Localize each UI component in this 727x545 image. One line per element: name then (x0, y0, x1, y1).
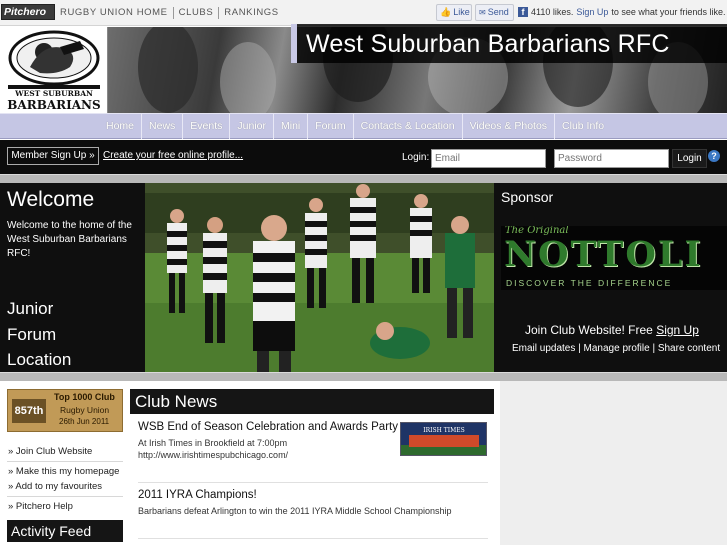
nav-forum[interactable]: Forum (307, 114, 352, 139)
news-headline[interactable]: 2011 IYRA Champions! (138, 489, 257, 501)
sponsor-ad-tagline: DISCOVER THE DIFFERENCE (506, 278, 673, 288)
nav-mini[interactable]: Mini (273, 114, 307, 139)
welcome-title: Welcome (7, 188, 95, 211)
nav-junior[interactable]: Junior (229, 114, 273, 139)
top-1000-badge[interactable]: 857th Top 1000 Club Rugby Union 26th Jun… (7, 389, 123, 432)
news-divider (138, 482, 488, 483)
nav-news[interactable]: News (141, 114, 182, 139)
join-club-website-link[interactable]: » Join Club Website (8, 446, 92, 457)
club-news-title: Club News (130, 389, 494, 414)
nav-events[interactable]: Events (182, 114, 229, 139)
hero-link-location[interactable]: Location (7, 347, 71, 373)
nav-contacts-location[interactable]: Contacts & Location (352, 114, 462, 139)
login-button[interactable]: Login (672, 149, 707, 168)
news-summary: At Irish Times in Brookfield at 7:00pm (138, 438, 288, 448)
badge-date: 26th Jun 2011 (59, 417, 110, 426)
hero-link-forum[interactable]: Forum (7, 322, 71, 348)
divider-strip-lower (0, 372, 727, 381)
join-club-text: Join Club Website! Free Sign Up (525, 323, 699, 337)
pitchero-logo[interactable]: Pitchero (1, 4, 55, 20)
facebook-like-button[interactable]: 👍 Like (436, 4, 472, 21)
join-benefits: Email updates | Manage profile | Share c… (512, 343, 721, 354)
signup-suffix: to see what your friends like. (611, 7, 726, 17)
facebook-signup-link[interactable]: Sign Up (576, 7, 608, 17)
divider (7, 496, 123, 497)
join-text: Join Club Website! Free (525, 323, 653, 337)
main-nav: Home News Events Junior Mini Forum Conta… (0, 113, 727, 139)
facebook-icon: f (518, 7, 528, 17)
clubs-link[interactable]: Clubs (172, 7, 219, 19)
news-headline[interactable]: WSB End of Season Celebration and Awards… (138, 421, 398, 433)
news-divider (138, 538, 488, 539)
make-homepage-link[interactable]: » Make this my homepage (8, 466, 119, 477)
club-crest-icon: WEST SUBURBAN BARBARIANS (7, 30, 101, 112)
svg-text:BARBARIANS: BARBARIANS (7, 98, 100, 112)
login-label: Login: (402, 152, 430, 163)
club-name-title: West Suburban Barbarians RFC (306, 30, 670, 58)
facebook-likes-info: f 4110 likes. Sign Up to see what your f… (518, 7, 725, 17)
join-signup-link[interactable]: Sign Up (656, 323, 699, 337)
news-url[interactable]: http://www.irishtimespubchicago.com/ (138, 449, 288, 462)
nav-club-info[interactable]: Club Info (554, 114, 611, 139)
badge-title: Top 1000 Club (54, 392, 115, 402)
thumbs-up-icon: 👍 (440, 7, 452, 17)
news-summary: Barbarians defeat Arlington to win the 2… (138, 506, 452, 516)
top-bar: Pitchero Rugby Union Home Clubs Rankings… (0, 0, 727, 26)
rugby-union-home-link[interactable]: Rugby Union Home (60, 7, 173, 19)
create-profile-link[interactable]: Create your free online profile... (103, 150, 243, 161)
password-field[interactable] (554, 149, 669, 168)
sponsor-ad[interactable]: The Original NOTTOLI DISCOVER THE DIFFER… (501, 226, 727, 290)
divider (7, 461, 123, 462)
welcome-text: Welcome to the home of the West Suburban… (7, 220, 132, 259)
club-logo[interactable]: WEST SUBURBAN BARBARIANS (0, 27, 108, 113)
nav-home[interactable]: Home (99, 114, 141, 139)
pitchero-help-link[interactable]: » Pitchero Help (8, 501, 73, 512)
hero-link-junior[interactable]: Junior (7, 296, 71, 322)
email-field[interactable] (431, 149, 546, 168)
badge-rank: 857th (12, 399, 46, 423)
like-label: Like (453, 7, 470, 17)
rankings-link[interactable]: Rankings (218, 7, 283, 19)
top-links: Rugby Union Home Clubs Rankings (60, 7, 284, 19)
facebook-send-button[interactable]: ✉ Send (475, 4, 514, 21)
rugby-match-image (145, 183, 494, 372)
hero-photo (145, 183, 494, 372)
divider-strip (0, 174, 727, 183)
add-favourites-link[interactable]: » Add to my favourites (8, 481, 102, 492)
news-thumbnail-image: IRISH TIMES (401, 423, 486, 455)
svg-text:WEST SUBURBAN: WEST SUBURBAN (14, 89, 93, 98)
activity-feed-title: Activity Feed (7, 520, 123, 542)
svg-text:IRISH TIMES: IRISH TIMES (423, 427, 465, 434)
help-icon[interactable]: ? (708, 150, 720, 162)
hero-links: Junior Forum Location (7, 296, 71, 373)
sponsor-title: Sponsor (501, 189, 554, 205)
sponsor-ad-brand: NOTTOLI (504, 234, 703, 275)
news-thumbnail[interactable]: IRISH TIMES (400, 422, 487, 456)
send-icon: ✉ (479, 8, 486, 17)
badge-sport: Rugby Union (60, 405, 110, 415)
right-column (500, 381, 727, 545)
send-label: Send (487, 7, 509, 17)
member-signup-button[interactable]: Member Sign Up » (7, 147, 99, 165)
likes-count: 4110 likes. (531, 7, 574, 17)
nav-videos-photos[interactable]: Videos & Photos (461, 114, 554, 139)
